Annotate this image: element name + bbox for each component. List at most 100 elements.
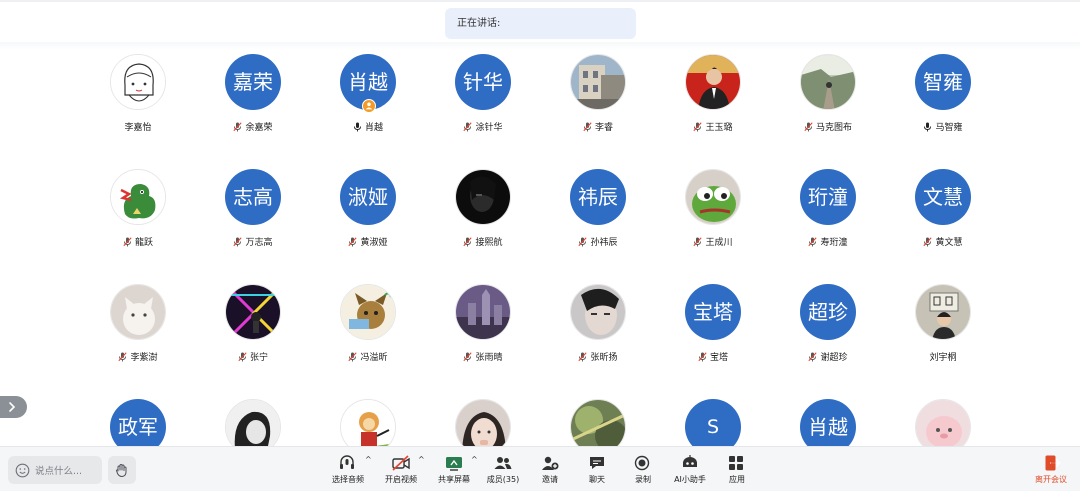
participant-avatar[interactable]: 针华 [455, 54, 511, 110]
apps-icon [727, 454, 745, 472]
participant-tile[interactable]: 祎辰 孙祎辰 [548, 169, 648, 269]
participant-tile[interactable]: 冯溢昕 [318, 284, 418, 384]
participant-tile[interactable] [433, 399, 533, 446]
participant-tile[interactable]: 政军 [88, 399, 188, 446]
participant-avatar[interactable]: 超珍 [800, 284, 856, 340]
participant-tile[interactable]: 张雨晴 [433, 284, 533, 384]
participant-avatar[interactable] [915, 284, 971, 340]
participant-tile[interactable]: 王玉璐 [663, 54, 763, 154]
participant-avatar[interactable]: 志高 [225, 169, 281, 225]
raise-hand-button[interactable] [108, 456, 136, 484]
participant-tile[interactable]: 李嘉怡 [88, 54, 188, 154]
participant-tile[interactable]: 文慧 黄文慧 [893, 169, 993, 269]
participant-avatar[interactable]: 嘉荣 [225, 54, 281, 110]
participant-tile[interactable]: 李睿 [548, 54, 648, 154]
toolbar-label: 开启视频 [385, 475, 417, 484]
mic-icon [353, 122, 365, 133]
participant-avatar[interactable] [915, 399, 971, 446]
participant-name-line: 接熙航 [433, 235, 533, 248]
participant-name-line: 李紫澍 [88, 350, 188, 363]
participant-tile[interactable]: 接熙航 [433, 169, 533, 269]
participant-avatar[interactable] [570, 399, 626, 446]
toolbar-button-apps[interactable]: 应用 [712, 454, 762, 488]
chevron-right-icon [9, 402, 16, 412]
participant-avatar[interactable]: 政军 [110, 399, 166, 446]
toolbar-button-record[interactable]: 录制 [618, 454, 668, 488]
participant-avatar[interactable] [225, 399, 281, 446]
participant-name: 李睿 [594, 123, 613, 133]
participant-tile[interactable]: 马克图布 [778, 54, 878, 154]
participant-avatar[interactable] [455, 169, 511, 225]
chat-icon [587, 454, 607, 472]
toolbar-button-ai-assistant[interactable]: AI小助手 [665, 454, 715, 488]
participant-name: 马智雍 [935, 123, 963, 133]
participant-avatar[interactable] [685, 54, 741, 110]
caret-up-icon[interactable]: ^ [418, 455, 425, 464]
mic-muted-icon [233, 122, 245, 133]
toolbar-button-invite[interactable]: 邀请 [525, 454, 575, 488]
participant-tile[interactable]: 嘉荣 余嘉荣 [203, 54, 303, 154]
participant-name: 谢超珍 [820, 353, 848, 363]
participant-tile[interactable] [318, 399, 418, 446]
participant-tile[interactable]: 智雍马智雍 [893, 54, 993, 154]
mic-muted-icon [463, 122, 475, 133]
emoji-icon[interactable] [15, 463, 30, 482]
participant-name-line: 王成川 [663, 235, 763, 248]
toolbar-button-chat[interactable]: 聊天 [572, 454, 622, 488]
participant-avatar[interactable]: 淑娅 [340, 169, 396, 225]
participant-avatar[interactable]: 祎辰 [570, 169, 626, 225]
chat-input[interactable]: 说点什么... [8, 456, 102, 484]
participant-avatar[interactable]: 肖越 [800, 399, 856, 446]
participant-avatar[interactable]: 文慧 [915, 169, 971, 225]
participant-avatar[interactable]: 智雍 [915, 54, 971, 110]
participant-tile[interactable]: 超珍谢超珍 [778, 284, 878, 384]
participant-tile[interactable]: 李紫澍 [88, 284, 188, 384]
toolbar-button-members[interactable]: 成员(35) [478, 454, 528, 488]
sidebar-toggle-button[interactable] [0, 396, 27, 418]
participant-tile[interactable]: 刘宇桐 [893, 284, 993, 384]
participant-name-line: 刘宇桐 [893, 350, 993, 363]
participant-avatar[interactable] [685, 169, 741, 225]
participant-tile[interactable]: 针华 涂针华 [433, 54, 533, 154]
participant-avatar[interactable]: S [685, 399, 741, 446]
speaking-label: 正在讲话: [457, 18, 501, 29]
participant-avatar[interactable] [225, 284, 281, 340]
participant-avatar[interactable] [455, 284, 511, 340]
participant-tile[interactable] [893, 399, 993, 446]
participant-name-line: 马智雍 [893, 120, 993, 133]
participant-tile[interactable]: S [663, 399, 763, 446]
participant-avatar[interactable] [570, 54, 626, 110]
leave-meeting-button[interactable]: 离开会议 [1030, 454, 1074, 488]
participant-avatar[interactable] [455, 399, 511, 446]
participant-tile[interactable]: 王成川 [663, 169, 763, 269]
participant-tile[interactable]: 龍跃 [88, 169, 188, 269]
participant-avatar[interactable] [110, 169, 166, 225]
participant-avatar[interactable] [800, 54, 856, 110]
participant-avatar[interactable] [110, 284, 166, 340]
participant-name: 王玉璐 [705, 123, 733, 133]
mic-muted-icon [698, 352, 710, 363]
caret-up-icon[interactable]: ^ [365, 455, 372, 464]
participant-name-line: 冯溢昕 [318, 350, 418, 363]
participant-avatar[interactable]: 宝塔 [685, 284, 741, 340]
participant-tile[interactable]: 珩潼 寿珩潼 [778, 169, 878, 269]
participant-avatar[interactable] [570, 284, 626, 340]
participant-avatar[interactable] [110, 54, 166, 110]
participant-tile[interactable]: 张宁 [203, 284, 303, 384]
participant-tile[interactable]: 肖越 [778, 399, 878, 446]
members-icon [493, 454, 513, 472]
mic-muted-icon [238, 352, 250, 363]
camera-off-icon [391, 454, 411, 472]
toolbar-label: AI小助手 [674, 475, 706, 484]
participant-tile[interactable]: 张昕扬 [548, 284, 648, 384]
caret-up-icon[interactable]: ^ [471, 455, 478, 464]
participant-avatar[interactable] [340, 284, 396, 340]
participant-tile[interactable]: 肖越 肖越 [318, 54, 418, 154]
participant-tile[interactable] [548, 399, 648, 446]
participant-tile[interactable]: 淑娅 黄淑娅 [318, 169, 418, 269]
participant-avatar[interactable] [340, 399, 396, 446]
participant-avatar[interactable]: 珩潼 [800, 169, 856, 225]
participant-tile[interactable]: 志高 万志高 [203, 169, 303, 269]
participant-tile[interactable] [203, 399, 303, 446]
participant-tile[interactable]: 宝塔 宝塔 [663, 284, 763, 384]
